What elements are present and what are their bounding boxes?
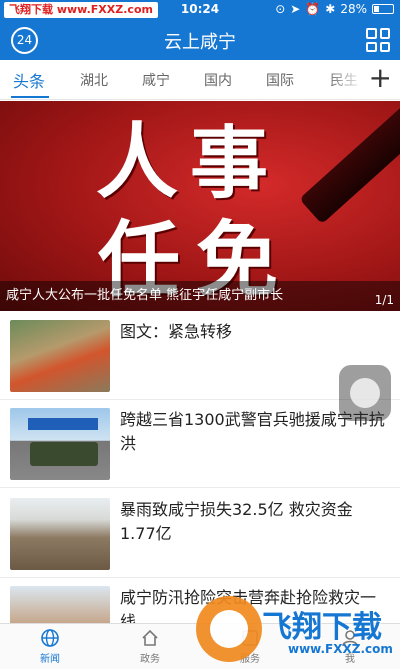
pen-illustration bbox=[299, 101, 400, 225]
assistive-touch-button[interactable] bbox=[339, 365, 391, 421]
nav-news[interactable]: 新闻 bbox=[20, 628, 80, 665]
banner-pager: 1/1 bbox=[374, 293, 394, 307]
location-icon: ➤ bbox=[290, 2, 301, 16]
tab-hubei[interactable]: 湖北 bbox=[80, 70, 108, 90]
status-indicators: ⊙ ➤ ⏰ ✱ 28% bbox=[275, 2, 394, 16]
news-thumbnail bbox=[10, 498, 110, 570]
channel-tabs: 头条 湖北 咸宁 国内 国际 民生 + bbox=[0, 60, 400, 100]
tab-headlines[interactable]: 头条 bbox=[13, 68, 45, 92]
globe-icon bbox=[41, 629, 59, 647]
watermark-ring-icon bbox=[196, 596, 262, 662]
nav-label: 新闻 bbox=[40, 654, 60, 665]
nav-government[interactable]: 政务 bbox=[120, 628, 180, 665]
headline-banner[interactable]: 人 事 任 免 咸宁人大公布一批任免名单 熊征宇任咸宁副市长 1/1 bbox=[0, 101, 400, 311]
news-title: 暴雨致咸宁损失32.5亿 救灾资金1.77亿 bbox=[120, 500, 353, 543]
bluetooth-icon: ✱ bbox=[325, 2, 336, 16]
app-header: 24 云上咸宁 bbox=[0, 20, 400, 60]
banner-caption: 咸宁人大公布一批任免名单 熊征宇任咸宁副市长 bbox=[0, 281, 400, 311]
alarm-icon: ⏰ bbox=[305, 2, 321, 16]
news-title: 图文：紧急转移 bbox=[120, 322, 233, 341]
battery-percent: 28% bbox=[340, 2, 367, 16]
home-icon bbox=[142, 629, 158, 646]
site-watermark-logo: 飞翔下载 www.FXXZ.com bbox=[196, 592, 400, 669]
tab-domestic[interactable]: 国内 bbox=[204, 70, 232, 90]
tabs-fade bbox=[326, 60, 366, 99]
tab-international[interactable]: 国际 bbox=[266, 70, 294, 90]
add-channel-icon[interactable]: + bbox=[369, 63, 392, 93]
news-item[interactable]: 暴雨致咸宁损失32.5亿 救灾资金1.77亿 bbox=[0, 490, 400, 578]
grid-menu-icon[interactable] bbox=[366, 28, 390, 52]
watermark-brand: 飞翔下载 bbox=[262, 610, 382, 645]
active-tab-indicator bbox=[11, 96, 49, 98]
watermark-url: www.FXXZ.com bbox=[288, 642, 393, 656]
nav-label: 政务 bbox=[140, 654, 160, 665]
app-title: 云上咸宁 bbox=[164, 32, 236, 53]
news-thumbnail bbox=[10, 408, 110, 480]
battery-icon bbox=[372, 4, 394, 14]
tab-xianning[interactable]: 咸宁 bbox=[142, 70, 170, 90]
orientation-lock-icon: ⊙ bbox=[275, 2, 286, 16]
status-bar: 飞翔下载 www.FXXZ.com 10:24 ⊙ ➤ ⏰ ✱ 28% bbox=[0, 0, 400, 20]
news-thumbnail bbox=[10, 320, 110, 392]
news-thumbnail bbox=[10, 586, 110, 623]
